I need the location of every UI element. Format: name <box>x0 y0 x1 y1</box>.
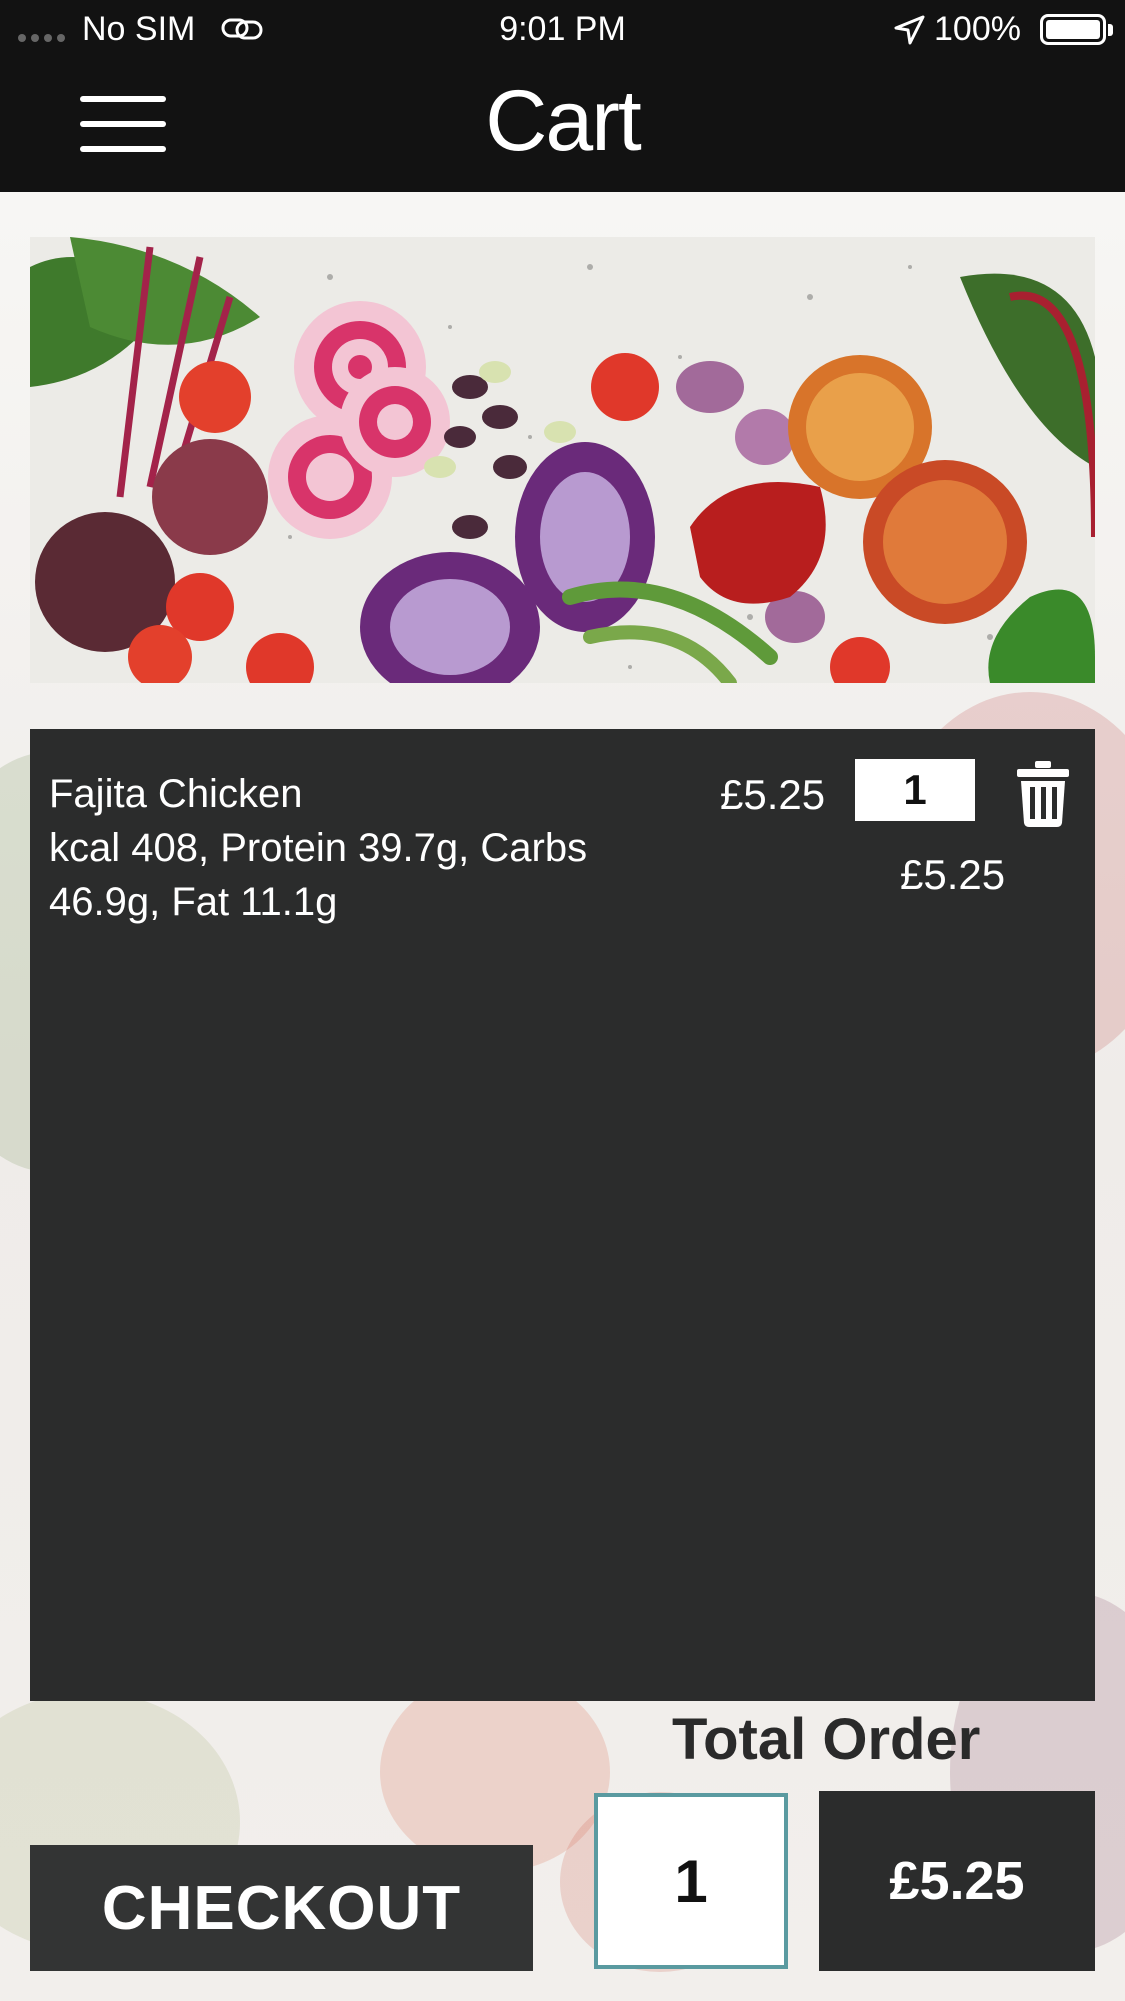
item-unit-price: £5.25 <box>720 771 826 818</box>
item-nutrition: kcal 408, Protein 39.7g, Carbs 46.9g, Fa… <box>49 826 588 924</box>
item-line-total: £5.25 <box>900 851 1006 898</box>
total-order-label: Total Order <box>672 1707 981 1772</box>
checkout-button[interactable]: CHECKOUT <box>30 1845 533 1971</box>
cart-panel: Fajita Chicken kcal 408, Protein 39.7g, … <box>30 729 1095 1701</box>
battery-percentage: 100% <box>934 10 1021 48</box>
total-price: £5.25 <box>819 1791 1095 1971</box>
nav-bar: Cart <box>0 58 1125 192</box>
page-title: Cart <box>485 73 641 169</box>
location-arrow-icon <box>894 15 925 45</box>
battery-icon <box>1040 14 1106 45</box>
item-name: Fajita Chicken <box>49 772 303 816</box>
status-bar: No SIM 9:01 PM 100% <box>0 0 1125 58</box>
trash-icon[interactable] <box>1015 761 1071 827</box>
item-quantity-input[interactable] <box>855 759 975 821</box>
vegetables-banner-image <box>30 237 1095 683</box>
total-quantity: 1 <box>594 1793 788 1969</box>
